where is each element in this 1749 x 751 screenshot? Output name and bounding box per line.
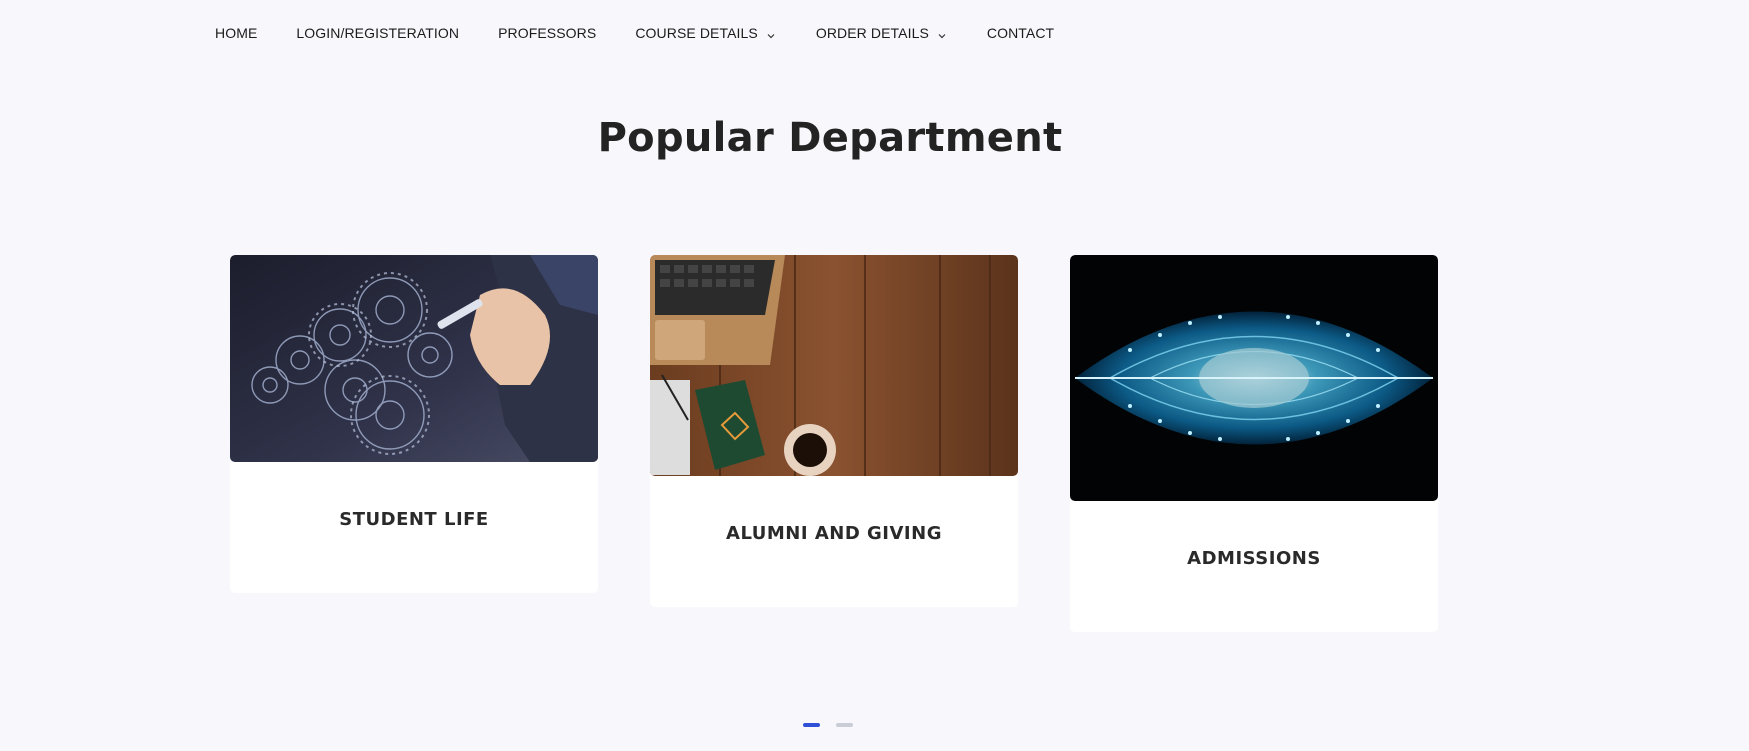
nav-item-label: ORDER DETAILS bbox=[815, 25, 929, 41]
section-title: Popular Department bbox=[597, 115, 1063, 161]
department-card-student-life[interactable]: STUDENT LIFE bbox=[230, 255, 598, 593]
nav-item-label: PROFESSORS bbox=[498, 25, 597, 41]
department-title[interactable]: ALUMNI AND GIVING bbox=[650, 523, 1018, 544]
department-image[interactable] bbox=[1070, 255, 1438, 501]
nav-item-home[interactable]: HOME bbox=[215, 25, 257, 41]
chevron-down-icon bbox=[937, 28, 947, 39]
nav-item-label: HOME bbox=[215, 25, 258, 41]
department-title[interactable]: ADMISSIONS bbox=[1070, 548, 1438, 569]
department-card-alumni-and-giving[interactable]: ALUMNI AND GIVING bbox=[650, 255, 1018, 607]
nav-item-label: COURSE DETAILS bbox=[635, 25, 758, 41]
department-image[interactable] bbox=[230, 255, 598, 462]
carousel-dot-2[interactable] bbox=[836, 723, 853, 727]
nav-item-order-details[interactable]: ORDER DETAILS bbox=[816, 25, 947, 41]
department-card-admissions[interactable]: ADMISSIONS bbox=[1070, 255, 1438, 632]
department-image[interactable] bbox=[650, 255, 1018, 476]
nav-item-professors[interactable]: PROFESSORS bbox=[498, 25, 596, 41]
nav-item-contact[interactable]: CONTACT bbox=[987, 25, 1054, 41]
carousel-pagination bbox=[803, 723, 869, 727]
nav-item-label: CONTACT bbox=[986, 25, 1055, 41]
carousel-dot-1[interactable] bbox=[803, 723, 820, 727]
nav-item-login-registration[interactable]: LOGIN/REGISTERATION bbox=[296, 25, 459, 41]
main-navigation: HOME LOGIN/REGISTERATION PROFESSORS COUR… bbox=[215, 0, 1093, 66]
nav-item-course-details[interactable]: COURSE DETAILS bbox=[635, 25, 776, 41]
nav-item-label: LOGIN/REGISTERATION bbox=[296, 25, 460, 41]
department-title[interactable]: STUDENT LIFE bbox=[230, 509, 598, 530]
chevron-down-icon bbox=[766, 28, 776, 39]
